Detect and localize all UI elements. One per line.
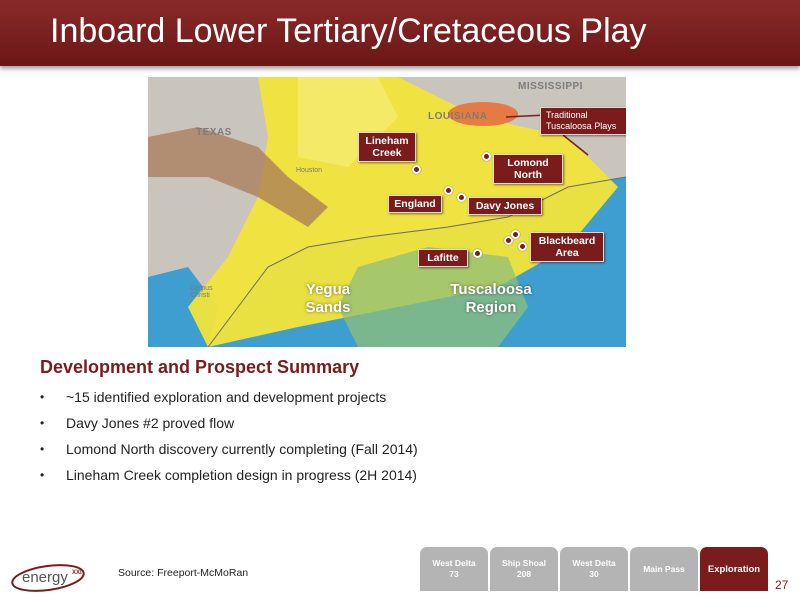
state-label-mississippi: MISSISSIPPI [518, 81, 583, 92]
source-note: Source: Freeport-McMoRan [118, 567, 249, 579]
state-label-louisiana: LOUISIANA [428, 111, 488, 122]
list-item: • ~15 identified exploration and developm… [40, 387, 418, 413]
page-number: 27 [775, 578, 789, 592]
bullet-icon: • [40, 442, 45, 456]
list-item: • Lineham Creek completion design in prog… [40, 465, 418, 491]
list-item: • Davy Jones #2 proved flow [40, 413, 418, 439]
prospect-marker [444, 186, 453, 195]
prospect-label-lineham-creek: Lineham Creek [358, 132, 416, 162]
company-logo: energy XXI [8, 558, 108, 594]
region-label-tuscaloosa: Tuscaloosa Region [450, 281, 532, 316]
title-bar: Inboard Lower Tertiary/Cretaceous Play [0, 0, 800, 66]
nav-tab-west-delta-30[interactable]: West Delta 30 [560, 547, 628, 591]
state-label-texas: TEXAS [196, 127, 232, 138]
list-item: • Lomond North discovery currently comple… [40, 439, 418, 465]
prospect-marker [457, 193, 466, 202]
bullet-icon: • [40, 416, 45, 430]
bullet-icon: • [40, 468, 45, 482]
logo-swoosh-icon: energy XXI [11, 564, 85, 592]
region-label-yegua-sands: Yegua Sands [305, 281, 351, 316]
city-label-houston: Houston [296, 167, 323, 174]
prospect-label-davy-jones: Davy Jones [468, 197, 542, 215]
nav-tab-ship-shoal-208[interactable]: Ship Shoal 208 [490, 547, 558, 591]
list-item-text: ~15 identified exploration and developme… [66, 389, 387, 405]
nav-tab-west-delta-73[interactable]: West Delta 73 [420, 547, 488, 591]
prospect-label-blackbeard-area: Blackbeard Area [530, 232, 604, 262]
prospect-map: TEXAS LOUISIANA MISSISSIPPI Houston Corp… [148, 77, 626, 347]
city-label-corpus-christi: Corpus Christi [190, 285, 213, 299]
prospect-label-lafitte: Lafitte [418, 249, 468, 267]
summary-list: • ~15 identified exploration and developm… [40, 387, 418, 491]
list-item-text: Davy Jones #2 proved flow [66, 415, 235, 431]
prospect-marker [473, 249, 482, 258]
summary-heading: Development and Prospect Summary [40, 357, 360, 377]
prospect-label-lomond-north: Lomond North [493, 154, 563, 184]
logo-suffix: XXI [72, 570, 82, 576]
logo-text: energy [22, 569, 68, 586]
list-item-text: Lineham Creek completion design in progr… [66, 467, 417, 483]
list-item-text: Lomond North discovery currently complet… [66, 441, 418, 457]
page-title: Inboard Lower Tertiary/Cretaceous Play [50, 12, 647, 50]
prospect-marker [518, 242, 527, 251]
nav-tab-main-pass[interactable]: Main Pass [630, 547, 698, 591]
prospect-marker [412, 165, 421, 174]
nav-tab-exploration[interactable]: Exploration [700, 547, 768, 591]
prospect-marker [511, 230, 520, 239]
bullet-icon: • [40, 390, 45, 404]
callout-traditional-tuscaloosa: Traditional Tuscaloosa Plays [540, 107, 626, 135]
prospect-marker [482, 152, 491, 161]
prospect-label-england: England [388, 195, 442, 213]
